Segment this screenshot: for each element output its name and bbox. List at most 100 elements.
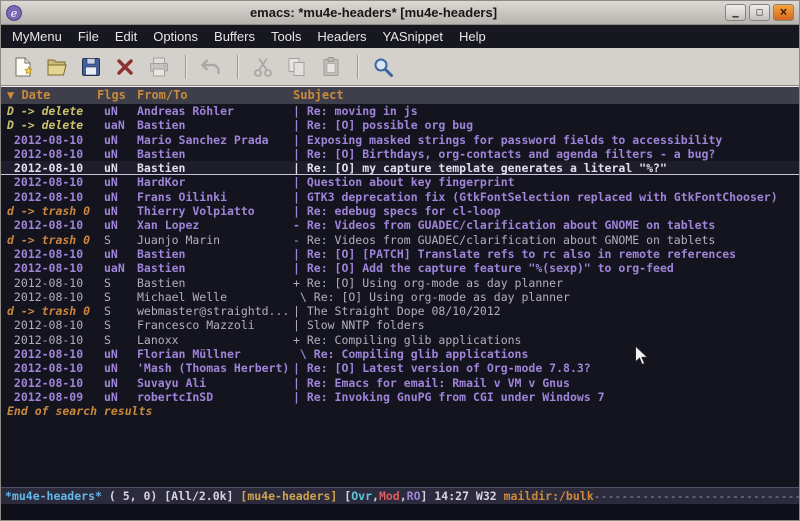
message-date: 2012-08-09 [7,390,97,404]
message-subject: | Re: moving in js [293,104,799,118]
message-flags: uN [97,147,137,161]
message-subject: - Re: Videos from GUADEC/clarification a… [293,218,799,232]
close-buffer-button[interactable] [109,51,141,83]
column-header-date[interactable]: ▼ Date [7,87,97,104]
message-subject: | Re: Invoking GnuPG from CGI under Wind… [293,390,799,404]
emacs-app-icon: e [6,5,22,21]
print-button [143,51,175,83]
message-row[interactable]: 2012-08-10 uN Xan Lopez - Re: Videos fro… [1,218,799,232]
paste-icon [319,55,343,79]
menu-file[interactable]: File [70,26,107,47]
message-row[interactable]: 2012-08-10 uN Bastien | Re: [O] Birthday… [1,147,799,161]
message-row[interactable]: 2012-08-10 uN 'Mash (Thomas Herbert) | R… [1,361,799,375]
message-row[interactable]: d -> trash 0 S webmaster@straightd... | … [1,304,799,318]
cut-icon [251,55,275,79]
message-row[interactable]: 2012-08-10 uN Suvayu Ali | Re: Emacs for… [1,376,799,390]
message-from: Bastien [137,161,293,174]
save-icon [79,55,103,79]
title-bar[interactable]: e emacs: *mu4e-headers* [mu4e-headers] ▁… [1,1,799,25]
message-flags: uN [97,175,137,189]
column-header-flags[interactable]: Flgs [97,87,137,104]
toolbar-separator [357,55,359,79]
message-from: Francesco Mazzoli [137,318,293,332]
message-date: d -> trash 0 [7,304,97,318]
message-date: 2012-08-10 [7,276,97,290]
open-file-button[interactable] [41,51,73,83]
window-controls: ▁ □ × [725,4,794,21]
menu-help[interactable]: Help [451,26,494,47]
menu-buffers[interactable]: Buffers [206,26,263,47]
message-row[interactable]: 2012-08-10 S Bastien + Re: [O] Using org… [1,276,799,290]
message-flags: S [97,233,137,247]
modeline-plain: 14:27 W32 [434,489,503,503]
message-row[interactable]: 2012-08-10 S Michael Welle \ Re: [O] Usi… [1,290,799,304]
message-row[interactable]: 2012-08-10 uaN Bastien | Re: [O] Add the… [1,261,799,275]
save-button[interactable] [75,51,107,83]
mouse-cursor [634,345,650,367]
message-from: Suvayu Ali [137,376,293,390]
message-row[interactable]: 2012-08-10 uN Bastien | Re: [O] [PATCH] … [1,247,799,261]
message-flags: uN [97,204,137,218]
message-subject: | Re: [O] Add the capture feature "%(sex… [293,261,799,275]
menu-edit[interactable]: Edit [107,26,145,47]
minimize-button[interactable]: ▁ [725,4,746,21]
message-row[interactable]: 2012-08-10 uN Florian Müllner \ Re: Comp… [1,347,799,361]
menu-yasnippet[interactable]: YASnippet [374,26,450,47]
column-header-subject[interactable]: Subject [293,87,799,104]
message-date: 2012-08-10 [7,347,97,361]
message-flags: uN [97,133,137,147]
message-row[interactable]: 2012-08-10 uN Bastien | Re: [O] my captu… [1,161,799,175]
message-row[interactable]: 2012-08-10 S Francesco Mazzoli | Slow NN… [1,318,799,332]
message-subject: \ Re: Compiling glib applications [293,347,799,361]
maximize-button[interactable]: □ [749,4,770,21]
mode-line: *mu4e-headers* ( 5, 0) [All/2.0k] [mu4e-… [1,487,799,504]
message-row[interactable]: 2012-08-10 uN Frans Oilinki | GTK3 depre… [1,190,799,204]
buffer-empty-space [1,419,799,487]
message-date: 2012-08-10 [7,161,97,174]
message-row[interactable]: D -> delete uaN Bastien | Re: [O] possib… [1,118,799,132]
message-flags: uN [97,161,137,174]
menu-options[interactable]: Options [145,26,206,47]
message-from: Andreas Röhler [137,104,293,118]
close-button[interactable]: × [773,4,794,21]
echo-area[interactable] [1,504,799,520]
message-from: robertcInSD [137,390,293,404]
modeline-plain: , [400,489,407,503]
menu-mymenu[interactable]: MyMenu [4,26,70,47]
toolbar-separator [237,55,239,79]
message-from: Mario Sanchez Prada [137,133,293,147]
message-from: Xan Lopez [137,218,293,232]
message-flags: uN [97,361,137,375]
message-flags: uN [97,347,137,361]
message-from: Bastien [137,261,293,275]
svg-text:e: e [11,7,18,20]
cut-button [247,51,279,83]
new-file-button[interactable] [7,51,39,83]
message-date: 2012-08-10 [7,133,97,147]
message-from: Lanoxx [137,333,293,347]
message-row[interactable]: d -> trash 0 uN Thierry Volpiatto | Re: … [1,204,799,218]
message-row[interactable]: 2012-08-10 uN HardKor | Question about k… [1,175,799,189]
message-row[interactable]: d -> trash 0 S Juanjo Marin - Re: Videos… [1,233,799,247]
column-header-from[interactable]: From/To [137,87,293,104]
message-date: 2012-08-10 [7,290,97,304]
message-row[interactable]: 2012-08-10 S Lanoxx + Re: Compiling glib… [1,333,799,347]
message-flags: uN [97,190,137,204]
message-from: HardKor [137,175,293,189]
modeline-mode: [mu4e-headers] [240,489,337,503]
message-row[interactable]: 2012-08-10 uN Mario Sanchez Prada | Expo… [1,133,799,147]
message-flags: uaN [97,261,137,275]
message-date: 2012-08-10 [7,318,97,332]
header-line: ▼ Date Flgs From/To Subject [1,87,799,104]
message-row[interactable]: 2012-08-09 uN robertcInSD | Re: Invoking… [1,390,799,404]
search-button[interactable] [367,51,399,83]
message-row[interactable]: D -> delete uN Andreas Röhler | Re: movi… [1,104,799,118]
menu-headers[interactable]: Headers [309,26,374,47]
message-subject: | Re: [O] my capture template generates … [293,161,799,174]
emacs-window: e emacs: *mu4e-headers* [mu4e-headers] ▁… [0,0,800,521]
message-subject: | Re: Emacs for email: Rmail v VM v Gnus [293,376,799,390]
message-subject: | Re: [O] possible org bug [293,118,799,132]
message-subject: | Question about key fingerprint [293,175,799,189]
search-icon [371,55,395,79]
menu-tools[interactable]: Tools [263,26,309,47]
